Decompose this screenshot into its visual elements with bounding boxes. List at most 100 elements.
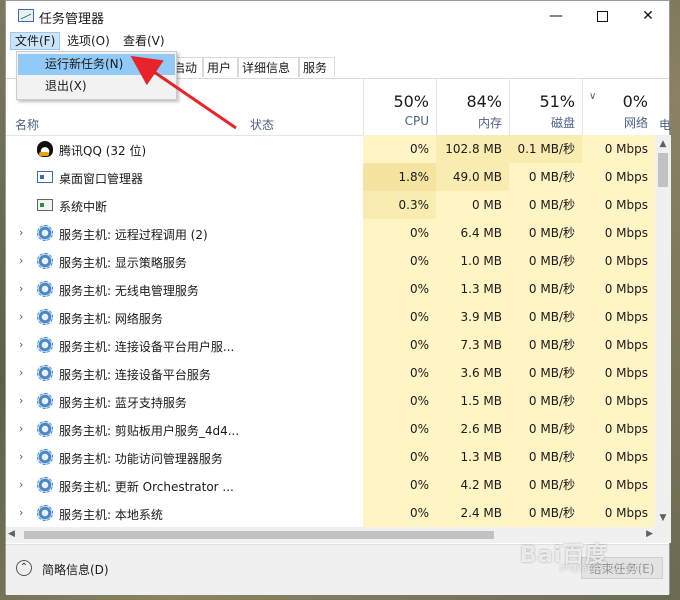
cell-cpu: 0% — [363, 247, 436, 275]
process-name: 系统中断 — [59, 200, 108, 214]
memory-label: 内存 — [477, 116, 502, 130]
process-row[interactable]: › 服务主机: 显示策略服务 0% 1.0 MB 0 MB/秒 0 Mbps — [6, 247, 655, 275]
close-button[interactable]: ✕ — [625, 1, 671, 31]
cell-network: 0 Mbps — [582, 275, 655, 303]
gear-icon — [37, 253, 53, 269]
expand-chevron-icon[interactable]: › — [19, 254, 23, 267]
cell-network: 0 Mbps — [582, 163, 655, 191]
cell-memory: 3.6 MB — [436, 359, 509, 387]
cell-disk: 0 MB/秒 — [509, 331, 582, 359]
cell-network: 0 Mbps — [582, 471, 655, 499]
vertical-scrollbar[interactable]: ▲ ▼ — [655, 135, 671, 527]
menu-file[interactable]: 文件(F) — [10, 32, 61, 50]
cell-memory: 49.0 MB — [436, 163, 509, 191]
column-header-cpu[interactable]: 50% CPU — [363, 79, 436, 135]
cell-network: 0 Mbps — [582, 303, 655, 331]
process-name: 服务主机: 网络服务 — [59, 312, 163, 326]
cell-disk: 0 MB/秒 — [509, 471, 582, 499]
cell-disk: 0 MB/秒 — [509, 387, 582, 415]
column-header-name[interactable]: 名称 — [15, 116, 39, 133]
expand-chevron-icon[interactable]: › — [19, 394, 23, 407]
cpu-total-percent: 50% — [393, 92, 429, 111]
fewer-details-link[interactable]: 简略信息(D) — [42, 561, 109, 578]
vertical-scroll-thumb[interactable] — [658, 153, 668, 187]
process-name: 服务主机: 显示策略服务 — [59, 256, 187, 270]
cell-memory: 7.3 MB — [436, 331, 509, 359]
minimize-button[interactable]: — — [533, 1, 579, 31]
cell-network: 0 Mbps — [582, 135, 655, 163]
cell-disk: 0 MB/秒 — [509, 415, 582, 443]
tab-services[interactable]: 服务 — [299, 57, 335, 77]
chip-icon — [37, 199, 53, 211]
cell-network: 0 Mbps — [582, 387, 655, 415]
column-header-power[interactable]: 电 — [659, 116, 671, 133]
title-bar[interactable]: 任务管理器 — ✕ — [6, 1, 669, 31]
process-name: 服务主机: 功能访问管理器服务 — [59, 452, 223, 466]
cell-network: 0 Mbps — [582, 359, 655, 387]
cell-cpu: 0% — [363, 499, 436, 527]
process-row[interactable]: › 服务主机: 连接设备平台服务 0% 3.6 MB 0 MB/秒 0 Mbps — [6, 359, 655, 387]
menu-item-run-new-task[interactable]: 运行新任务(N) — [18, 54, 175, 75]
cell-disk: 0 MB/秒 — [509, 359, 582, 387]
process-row[interactable]: › 服务主机: 本地系统 0% 2.4 MB 0 MB/秒 0 Mbps — [6, 499, 655, 527]
cell-cpu: 0% — [363, 275, 436, 303]
process-row[interactable]: › 服务主机: 连接设备平台用户服... 0% 7.3 MB 0 MB/秒 0 Mbps — [6, 331, 655, 359]
column-header-status[interactable]: 状态 — [250, 116, 274, 133]
tab-users[interactable]: 用户 — [203, 57, 238, 77]
watermark-subtext: jingyan.baidu.com — [560, 563, 644, 573]
scroll-down-arrow-icon[interactable]: ▼ — [655, 513, 671, 523]
process-name: 服务主机: 蓝牙支持服务 — [59, 396, 187, 410]
chevron-down-icon: ∨ — [589, 91, 597, 102]
process-row[interactable]: › 服务主机: 功能访问管理器服务 0% 1.3 MB 0 MB/秒 0 Mbps — [6, 443, 655, 471]
expand-chevron-icon[interactable]: › — [19, 506, 23, 519]
qq-penguin-icon — [37, 141, 53, 157]
menu-item-exit[interactable]: 退出(X) — [18, 76, 175, 97]
tab-details[interactable]: 详细信息 — [238, 57, 299, 77]
process-name: 服务主机: 本地系统 — [59, 508, 163, 522]
process-row[interactable]: 腾讯QQ (32 位) 0% 102.8 MB 0.1 MB/秒 0 Mbps — [6, 135, 655, 163]
scroll-right-arrow-icon[interactable]: ▶ — [646, 529, 653, 539]
gear-icon — [37, 477, 53, 493]
cpu-label: CPU — [404, 114, 429, 128]
menu-options[interactable]: 选项(O) — [63, 32, 114, 50]
menu-view[interactable]: 查看(V) — [119, 32, 169, 50]
expand-chevron-icon[interactable]: › — [19, 422, 23, 435]
collapse-up-icon[interactable]: ⌃ — [16, 560, 32, 576]
column-header-network[interactable]: ∨ 0% 网络 — [582, 79, 655, 135]
gear-icon — [37, 337, 53, 353]
column-header-disk[interactable]: 51% 磁盘 — [509, 79, 582, 135]
gear-icon — [37, 421, 53, 437]
expand-chevron-icon[interactable]: › — [19, 366, 23, 379]
expand-chevron-icon[interactable]: › — [19, 310, 23, 323]
expand-chevron-icon[interactable]: › — [19, 282, 23, 295]
scroll-up-arrow-icon[interactable]: ▲ — [655, 139, 671, 149]
horizontal-scroll-thumb[interactable] — [24, 531, 494, 539]
cell-disk: 0 MB/秒 — [509, 275, 582, 303]
expand-chevron-icon[interactable]: › — [19, 450, 23, 463]
cell-cpu: 1.8% — [363, 163, 436, 191]
process-row[interactable]: 系统中断 0.3% 0 MB 0 MB/秒 0 Mbps — [6, 191, 655, 219]
process-name: 服务主机: 连接设备平台服务 — [59, 368, 211, 382]
column-header-memory[interactable]: 84% 内存 — [436, 79, 509, 135]
maximize-button[interactable] — [579, 1, 625, 31]
process-row[interactable]: › 服务主机: 蓝牙支持服务 0% 1.5 MB 0 MB/秒 0 Mbps — [6, 387, 655, 415]
process-row[interactable]: › 服务主机: 网络服务 0% 3.9 MB 0 MB/秒 0 Mbps — [6, 303, 655, 331]
gear-icon — [37, 449, 53, 465]
baidu-watermark: Bai百度 jingyan.baidu.com — [520, 537, 643, 573]
process-name: 服务主机: 远程过程调用 (2) — [59, 228, 208, 242]
process-row[interactable]: › 服务主机: 更新 Orchestrator ... 0% 4.2 MB 0 MB/秒… — [6, 471, 655, 499]
cell-memory: 6.4 MB — [436, 219, 509, 247]
process-row[interactable]: 桌面窗口管理器 1.8% 49.0 MB 0 MB/秒 0 Mbps — [6, 163, 655, 191]
process-row[interactable]: › 服务主机: 无线电管理服务 0% 1.3 MB 0 MB/秒 0 Mbps — [6, 275, 655, 303]
network-label: 网络 — [623, 116, 648, 130]
process-name: 桌面窗口管理器 — [59, 172, 144, 186]
scroll-left-arrow-icon[interactable]: ◀ — [8, 529, 15, 539]
expand-chevron-icon[interactable]: › — [19, 226, 23, 239]
cell-memory: 1.3 MB — [436, 443, 509, 471]
cell-memory: 1.0 MB — [436, 247, 509, 275]
expand-chevron-icon[interactable]: › — [19, 338, 23, 351]
task-manager-app-icon — [18, 9, 34, 22]
process-row[interactable]: › 服务主机: 剪贴板用户服务_4d4... 0% 2.6 MB 0 MB/秒 0 Mbp… — [6, 415, 655, 443]
process-row[interactable]: › 服务主机: 远程过程调用 (2) 0% 6.4 MB 0 MB/秒 0 Mbps — [6, 219, 655, 247]
expand-chevron-icon[interactable]: › — [19, 478, 23, 491]
